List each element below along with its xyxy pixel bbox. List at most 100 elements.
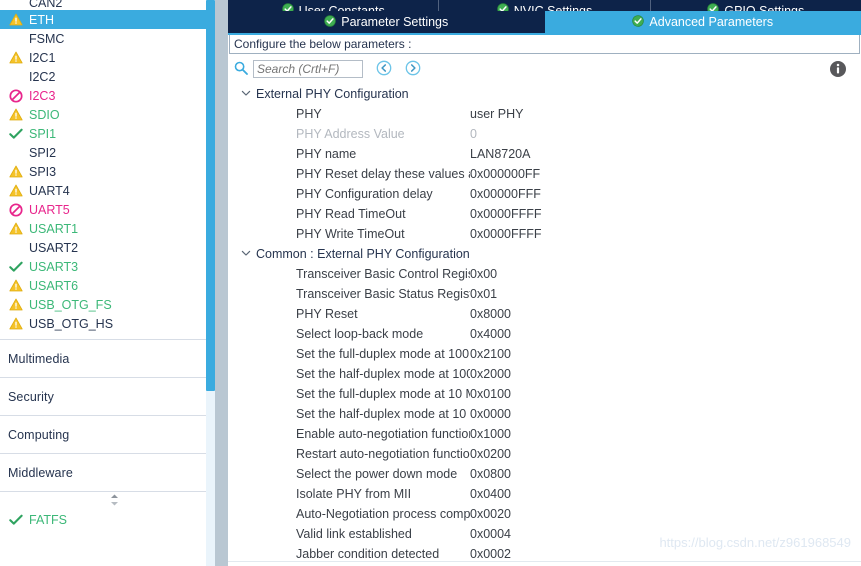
sidebar-item-label: I2C2 (29, 69, 56, 84)
param-row[interactable]: PHY user PHY (228, 104, 861, 124)
param-row[interactable]: Set the full-duplex mode at 100 Mb/s0x21… (228, 344, 861, 364)
sidebar-scroll-gutter (215, 0, 228, 566)
sidebar-item-label: USB_OTG_HS (29, 316, 114, 331)
param-row[interactable]: Transceiver Basic Control Register 0x00 (228, 264, 861, 284)
param-row[interactable]: PHY Reset 0x8000 (228, 304, 861, 324)
sidebar-item-usb_otg_hs[interactable]: USB_OTG_HS (0, 314, 228, 333)
param-value[interactable]: 0x0004 (470, 527, 511, 541)
param-value[interactable]: 0x0800 (470, 467, 511, 481)
param-row[interactable]: Set the half-duplex mode at 10 Mb/s0x000… (228, 404, 861, 424)
sidebar-scrollbar-track[interactable] (206, 0, 215, 566)
param-value[interactable]: 0x1000 (470, 427, 511, 441)
param-value[interactable]: 0x2100 (470, 347, 511, 361)
param-row[interactable]: Select the power down mode 0x0800 (228, 464, 861, 484)
param-group-header[interactable]: Common : External PHY Configuration (228, 244, 861, 264)
sidebar-item-i2c2[interactable]: I2C2 (0, 67, 228, 86)
tab-gpio-settings[interactable]: GPIO Settings (650, 0, 861, 11)
sidebar-item-label: SPI3 (29, 164, 57, 179)
param-value[interactable]: 0x0000FFFF (470, 207, 542, 221)
param-row[interactable]: Set the full-duplex mode at 10 Mb/s0x010… (228, 384, 861, 404)
warning-triangle-icon (8, 298, 24, 312)
sidebar-item-label: FATFS (29, 512, 67, 527)
sidebar-item-spi2[interactable]: SPI2 (0, 143, 228, 162)
param-row[interactable]: PHY Read TimeOut 0x0000FFFF (228, 204, 861, 224)
panel-bottom-edge (228, 561, 861, 566)
search-input[interactable] (253, 60, 363, 78)
param-value[interactable]: 0x0000FFFF (470, 227, 542, 241)
param-row[interactable]: Auto-Negotiation process completed0x0020 (228, 504, 861, 524)
param-value[interactable]: LAN8720A (470, 147, 530, 161)
sidebar-item-usb_otg_fs[interactable]: USB_OTG_FS (0, 295, 228, 314)
param-value[interactable]: 0x0000 (470, 407, 511, 421)
param-value[interactable]: 0x00 (470, 267, 497, 281)
param-row[interactable]: Enable auto-negotiation function 0x1000 (228, 424, 861, 444)
param-name: Select the power down mode (296, 467, 458, 481)
sidebar-item-usart2[interactable]: USART2 (0, 238, 228, 257)
sidebar-item-fatfs[interactable]: FATFS (0, 510, 228, 529)
sidebar-item-sdio[interactable]: SDIO (0, 105, 228, 124)
param-value[interactable]: 0x00000FFF (470, 187, 541, 201)
chevron-down-icon[interactable] (240, 87, 254, 102)
param-value[interactable]: 0x2000 (470, 367, 511, 381)
sidebar-collapse-handle[interactable] (0, 491, 228, 510)
tab-advanced-parameters[interactable]: Advanced Parameters (544, 11, 861, 33)
warning-triangle-icon (8, 184, 24, 198)
sidebar-item-spi1[interactable]: SPI1 (0, 124, 228, 143)
param-value[interactable]: 0x01 (470, 287, 497, 301)
param-row[interactable]: PHY Write TimeOut 0x0000FFFF (228, 224, 861, 244)
param-row: PHY Address Value 0 (228, 124, 861, 144)
sidebar-item-usart6[interactable]: USART6 (0, 276, 228, 295)
chevron-down-icon[interactable] (240, 247, 254, 262)
category-computing[interactable]: Computing (0, 415, 228, 453)
param-row[interactable]: Transceiver Basic Status Register 0x01 (228, 284, 861, 304)
sidebar-item-can2[interactable]: CAN2 (0, 0, 228, 10)
param-row[interactable]: PHY Configuration delay 0x00000FFF (228, 184, 861, 204)
tab-nvic-settings[interactable]: NVIC Settings (439, 0, 651, 11)
param-row[interactable]: PHY name LAN8720A (228, 144, 861, 164)
nav-forward-icon[interactable] (405, 60, 421, 79)
param-row[interactable]: Set the half-duplex mode at 100 Mb/s0x20… (228, 364, 861, 384)
category-section: Multimedia Security Computing Middleware FAT… (0, 339, 228, 529)
param-row[interactable]: Isolate PHY from MII 0x0400 (228, 484, 861, 504)
tab-status-check-icon (496, 3, 509, 11)
no-status-icon (8, 0, 24, 10)
sidebar-item-uart4[interactable]: UART4 (0, 181, 228, 200)
category-security[interactable]: Security (0, 377, 228, 415)
tab-label: Parameter Settings (341, 15, 449, 29)
param-value[interactable]: 0x0100 (470, 387, 511, 401)
category-middleware[interactable]: Middleware (0, 453, 228, 491)
param-row[interactable]: PHY Reset delay these values are bas...0… (228, 164, 861, 184)
sidebar-item-usart3[interactable]: USART3 (0, 257, 228, 276)
param-value[interactable]: 0x0020 (470, 507, 511, 521)
collapse-arrows-icon (108, 493, 121, 510)
tab-row-secondary: Parameter Settings Advanced Parameters (228, 11, 861, 33)
param-value[interactable]: 0x8000 (470, 307, 511, 321)
sidebar-item-usart1[interactable]: USART1 (0, 219, 228, 238)
tab-user-constants[interactable]: User Constants (228, 0, 440, 11)
param-value[interactable]: 0x0400 (470, 487, 511, 501)
param-value[interactable]: 0x0200 (470, 447, 511, 461)
param-row[interactable]: Restart auto-negotiation function 0x0200 (228, 444, 861, 464)
nav-back-icon[interactable] (376, 60, 392, 79)
sidebar-item-i2c3[interactable]: I2C3 (0, 86, 228, 105)
sidebar-item-eth[interactable]: ETH (0, 10, 228, 29)
param-group-header[interactable]: External PHY Configuration (228, 84, 861, 104)
sidebar-item-uart5[interactable]: UART5 (0, 200, 228, 219)
peripheral-sidebar: CAN2 ETH FSMC I2C1 I2C2 I2C3 SDIO SPI1 SPI2 SPI3 U… (0, 0, 228, 566)
param-name: PHY Reset delay these values are bas... (296, 167, 470, 181)
sidebar-item-spi3[interactable]: SPI3 (0, 162, 228, 181)
sidebar-item-fsmc[interactable]: FSMC (0, 29, 228, 48)
param-value[interactable]: 0x0002 (470, 547, 511, 561)
tab-row-primary: User Constants NVIC Settings GPIO Settings (228, 0, 861, 11)
param-row[interactable]: Valid link established 0x0004 (228, 524, 861, 544)
param-value[interactable]: user PHY (470, 107, 524, 121)
param-value[interactable]: 0x000000FF (470, 167, 540, 181)
category-multimedia[interactable]: Multimedia (0, 339, 228, 377)
info-icon[interactable] (829, 60, 847, 81)
tab-parameter-settings[interactable]: Parameter Settings (228, 11, 545, 33)
sidebar-item-i2c1[interactable]: I2C1 (0, 48, 228, 67)
sidebar-item-label: USB_OTG_FS (29, 297, 112, 312)
param-row[interactable]: Select loop-back mode 0x4000 (228, 324, 861, 344)
param-value[interactable]: 0x4000 (470, 327, 511, 341)
sidebar-scrollbar-thumb[interactable] (206, 0, 215, 391)
